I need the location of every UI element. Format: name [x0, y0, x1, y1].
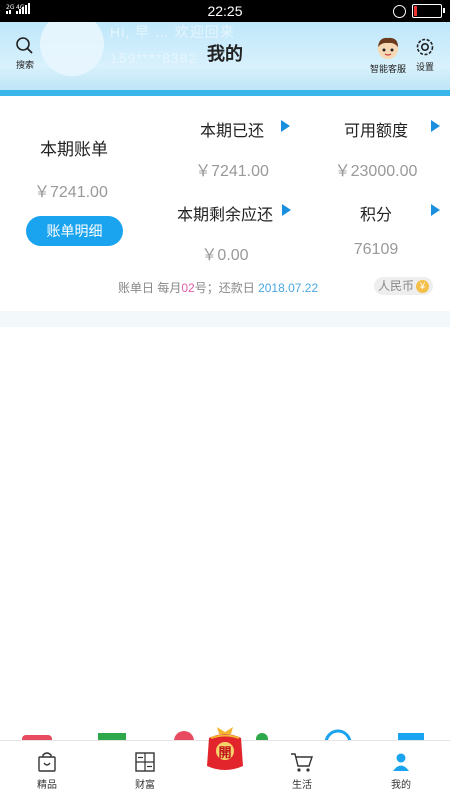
profile-header: Hi, 早 … 欢迎回来 159****8382 搜索 我的 智能客服 设置 — [0, 22, 450, 96]
stat-remaining-due[interactable]: 本期剩余应还 ￥0.00 — [170, 201, 280, 265]
header-stripe — [0, 90, 450, 96]
paid-arrow-icon[interactable] — [281, 120, 290, 132]
assistant-avatar-icon — [378, 37, 398, 59]
stat-paid[interactable]: 本期已还 ￥7241.00 — [187, 117, 277, 181]
card-shadow — [0, 311, 450, 327]
center-badge-text: 開 — [218, 745, 232, 760]
nav-item-mine[interactable]: 我的 — [371, 751, 431, 791]
stat-available-credit-label: 可用额度 — [343, 123, 408, 140]
greeting-text: Hi, 早 … 欢迎回来 — [110, 24, 235, 40]
statement-info: 账单日 每月02号；还款日 2018.07.22 — [118, 279, 318, 296]
bill-details-button[interactable]: 账单明细 — [26, 216, 123, 246]
nav-label-mine: 我的 — [391, 780, 411, 791]
current-bill-label: 本期账单 — [40, 140, 108, 159]
stat-available-credit[interactable]: 可用额度 ￥23000.00 — [326, 117, 426, 181]
smart-service-button[interactable]: 智能客服 — [370, 36, 406, 75]
nav-label-life: 生活 — [292, 780, 312, 791]
alarm-icon — [393, 4, 406, 18]
stat-points-label: 积分 — [359, 207, 392, 224]
currency-label: 人民币 — [378, 279, 415, 293]
nav-item-boutique[interactable]: 精品 — [17, 751, 77, 791]
nav-label-wealth: 财富 — [135, 780, 155, 791]
stat-paid-label: 本期已还 — [199, 123, 264, 140]
person-icon — [393, 753, 409, 771]
currency-toggle[interactable]: 人民币 ¥ — [374, 277, 434, 295]
statement-day: 02 — [181, 281, 195, 295]
statement-prefix: 账单日 每月 — [118, 281, 182, 295]
stat-remaining-due-value: ￥0.00 — [201, 247, 249, 264]
points-arrow-icon[interactable] — [431, 204, 440, 216]
status-time: 22:25 — [207, 3, 243, 19]
due-date: 2018.07.22 — [258, 281, 319, 295]
yuan-coin-icon: ¥ — [416, 279, 430, 293]
stat-paid-value: ￥7241.00 — [195, 163, 269, 180]
current-bill-amount: ￥7241.00 — [34, 184, 108, 201]
credit-arrow-icon[interactable] — [431, 120, 440, 132]
remaining-arrow-icon[interactable] — [282, 204, 291, 216]
stat-available-credit-value: ￥23000.00 — [334, 163, 418, 180]
nav-label-boutique: 精品 — [37, 780, 57, 791]
shopping-bag-icon — [38, 752, 56, 772]
settings-label: 设置 — [415, 62, 434, 72]
stat-points-value: 76109 — [353, 241, 399, 258]
stat-remaining-due-label: 本期剩余应还 — [176, 207, 273, 224]
statement-suffix: 号；还款日 — [194, 281, 255, 295]
calculator-icon — [135, 752, 155, 772]
battery-icon — [412, 4, 445, 18]
bill-card: 本期账单 ￥7241.00 账单明细 本期已还 ￥7241.00 可用额度 ￥2… — [0, 97, 450, 309]
settings-button[interactable]: 设置 — [414, 36, 436, 73]
cart-icon — [291, 753, 313, 772]
stat-points[interactable]: 积分 76109 — [336, 201, 416, 259]
nav-item-wealth[interactable]: 财富 — [115, 751, 175, 791]
smart-service-label: 智能客服 — [370, 64, 407, 74]
status-bar: 2G 4G 22:25 — [0, 0, 450, 22]
lucky-bag-button[interactable]: 開 — [203, 724, 247, 774]
nav-item-life[interactable]: 生活 — [272, 751, 332, 791]
gear-icon — [416, 38, 434, 56]
